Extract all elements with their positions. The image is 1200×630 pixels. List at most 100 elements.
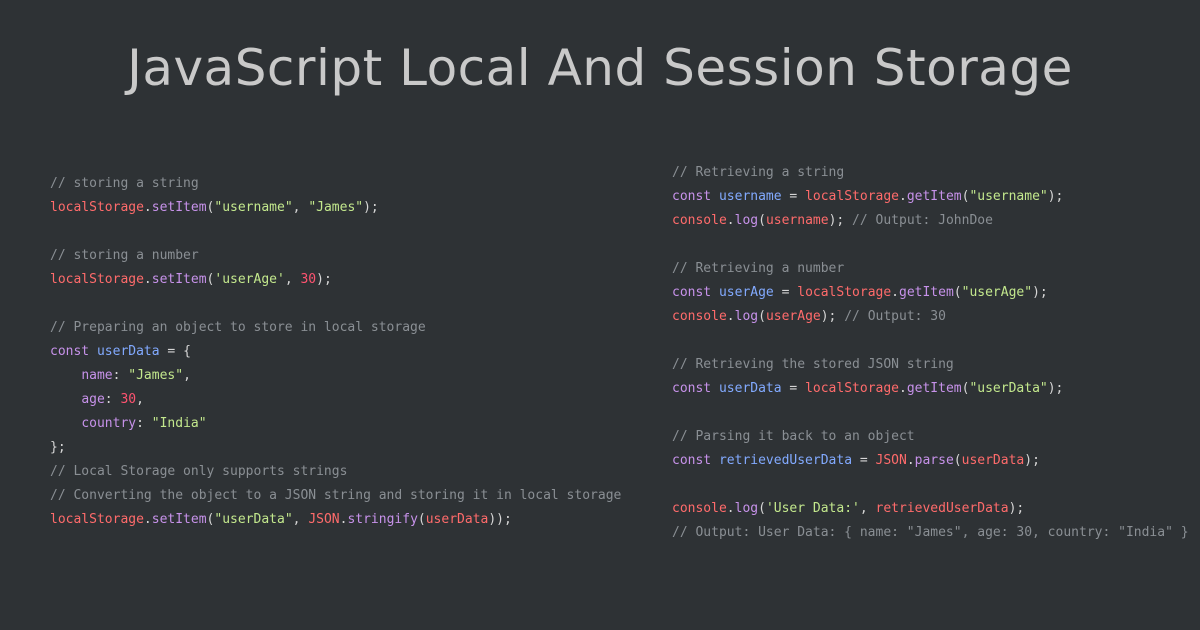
code-token: "userData"	[214, 512, 293, 527]
code-comment: // Converting the object to a JSON strin…	[50, 488, 622, 503]
code-token: 30	[300, 272, 317, 287]
code-line: const userData = localStorage.getItem("u…	[672, 377, 1189, 401]
code-line: name: "James",	[50, 364, 621, 388]
code-token: const	[672, 381, 719, 396]
code-token: );	[316, 272, 332, 287]
code-token: const	[672, 285, 719, 300]
code-token: :	[136, 416, 152, 431]
code-token: );	[828, 213, 853, 228]
code-line: const userAge = localStorage.getItem("us…	[672, 281, 1189, 305]
code-token: "James"	[308, 200, 364, 215]
code-token: country	[81, 416, 137, 431]
code-token: localStorage	[805, 189, 899, 204]
code-token: userData	[718, 381, 782, 396]
code-line: // storing a number	[50, 244, 621, 268]
code-token: localStorage	[50, 272, 144, 287]
code-token: .	[726, 309, 735, 324]
code-token: =	[852, 453, 876, 468]
code-token: (	[758, 213, 766, 228]
code-token: );	[363, 200, 379, 215]
code-token: localStorage	[50, 200, 144, 215]
code-token: getItem	[906, 381, 962, 396]
code-line: console.log('User Data:', retrievedUserD…	[672, 497, 1189, 521]
code-line: const username = localStorage.getItem("u…	[672, 185, 1189, 209]
code-token: ,	[284, 272, 301, 287]
code-token: );	[1024, 453, 1040, 468]
code-token: userAge	[718, 285, 774, 300]
code-token: getItem	[899, 285, 954, 300]
code-line: console.log(userAge); // Output: 30	[672, 305, 1189, 329]
code-token: age	[81, 392, 105, 407]
code-token: localStorage	[797, 285, 892, 300]
code-line: // Retrieving a number	[672, 257, 1189, 281]
code-token: setItem	[151, 200, 207, 215]
code-token: ,	[292, 200, 309, 215]
code-comment: // storing a number	[50, 248, 199, 263]
code-token: .	[726, 501, 735, 516]
code-token: parse	[914, 453, 954, 468]
code-token: userData	[425, 512, 489, 527]
code-token: ,	[859, 501, 876, 516]
code-comment: // Parsing it back to an object	[672, 429, 915, 444]
code-token: (	[758, 309, 766, 324]
code-line: localStorage.setItem('userAge', 30);	[50, 268, 621, 292]
code-token: ));	[488, 512, 512, 527]
code-token: (	[953, 285, 962, 300]
code-comment: // Retrieving a number	[672, 261, 845, 276]
code-token: JSON	[308, 512, 340, 527]
code-token: .	[906, 453, 915, 468]
code-comment: // Output: User Data: { name: "James", a…	[672, 525, 1189, 540]
code-token: setItem	[151, 512, 207, 527]
code-line: const userData = {	[50, 340, 621, 364]
code-line: localStorage.setItem("username", "James"…	[50, 196, 621, 220]
code-token: =	[781, 381, 806, 396]
code-comment: // Retrieving the stored JSON string	[672, 357, 954, 372]
code-token: username	[765, 213, 829, 228]
code-token: .	[143, 512, 152, 527]
code-token: .	[726, 213, 735, 228]
code-line: console.log(username); // Output: JohnDo…	[672, 209, 1189, 233]
code-token: ,	[292, 512, 309, 527]
code-token: :	[104, 392, 121, 407]
code-token: 30	[120, 392, 137, 407]
code-comment: // Retrieving a string	[672, 165, 845, 180]
code-block-storing: // storing a string localStorage.setItem(…	[50, 172, 621, 532]
code-comment: // Output: JohnDoe	[852, 213, 993, 228]
code-token: (	[953, 453, 962, 468]
code-token: const	[672, 453, 719, 468]
code-token: "username"	[214, 200, 293, 215]
code-line: age: 30,	[50, 388, 621, 412]
code-token: };	[50, 440, 66, 455]
code-line: // Converting the object to a JSON strin…	[50, 484, 621, 508]
code-token: userData	[96, 344, 160, 359]
page-title: JavaScript Local And Session Storage	[127, 39, 1073, 97]
code-token: 'userAge'	[214, 272, 285, 287]
code-token: stringify	[347, 512, 418, 527]
code-token: =	[781, 189, 806, 204]
code-comment: // Preparing an object to store in local…	[50, 320, 426, 335]
code-token: "James"	[128, 368, 184, 383]
code-token: console	[672, 213, 727, 228]
code-token: .	[891, 285, 899, 300]
code-line: // Preparing an object to store in local…	[50, 316, 621, 340]
code-token: console	[672, 501, 727, 516]
code-comment: // Output: 30	[844, 309, 946, 324]
code-token: "userData"	[969, 381, 1048, 396]
code-token: .	[899, 189, 907, 204]
code-token: retrievedUserData	[718, 453, 853, 468]
code-token: log	[734, 213, 759, 228]
code-token: console	[672, 309, 727, 324]
code-token: ,	[183, 368, 191, 383]
code-line: country: "India"	[50, 412, 621, 436]
code-token: localStorage	[805, 381, 899, 396]
code-token: );	[1047, 189, 1064, 204]
code-token: localStorage	[50, 512, 144, 527]
code-line: // Retrieving the stored JSON string	[672, 353, 1189, 377]
